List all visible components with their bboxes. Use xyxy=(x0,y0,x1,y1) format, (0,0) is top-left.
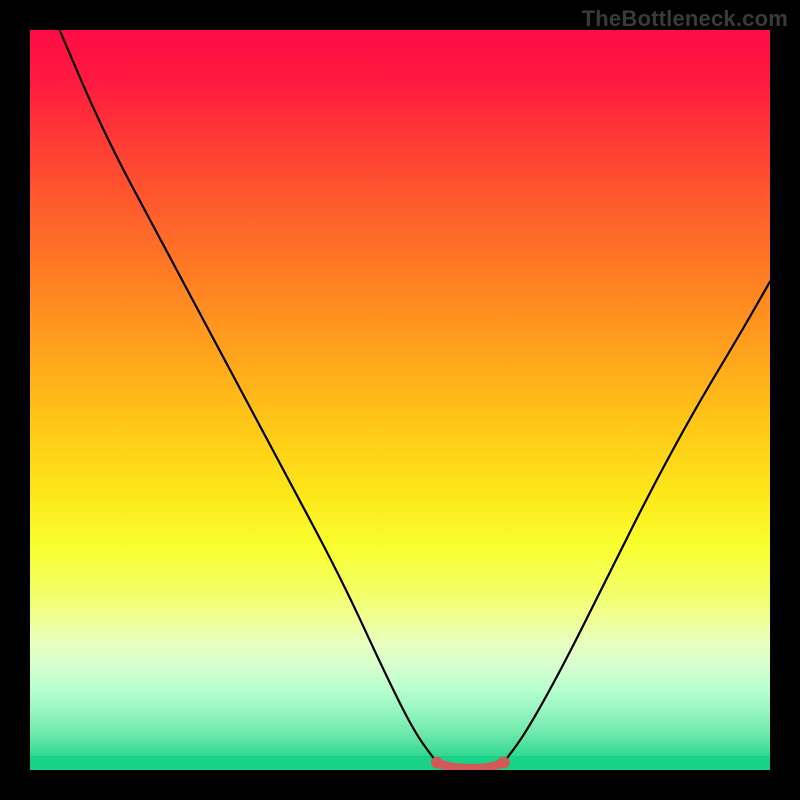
curve-flat-min xyxy=(437,763,504,769)
curve-left-branch xyxy=(60,30,437,763)
watermark-text: TheBottleneck.com xyxy=(582,6,788,32)
curve-right-branch xyxy=(504,282,770,763)
min-endpoint-left xyxy=(431,757,443,769)
chart-container xyxy=(30,30,770,770)
chart-svg xyxy=(30,30,770,770)
min-endpoint-right xyxy=(498,757,510,769)
